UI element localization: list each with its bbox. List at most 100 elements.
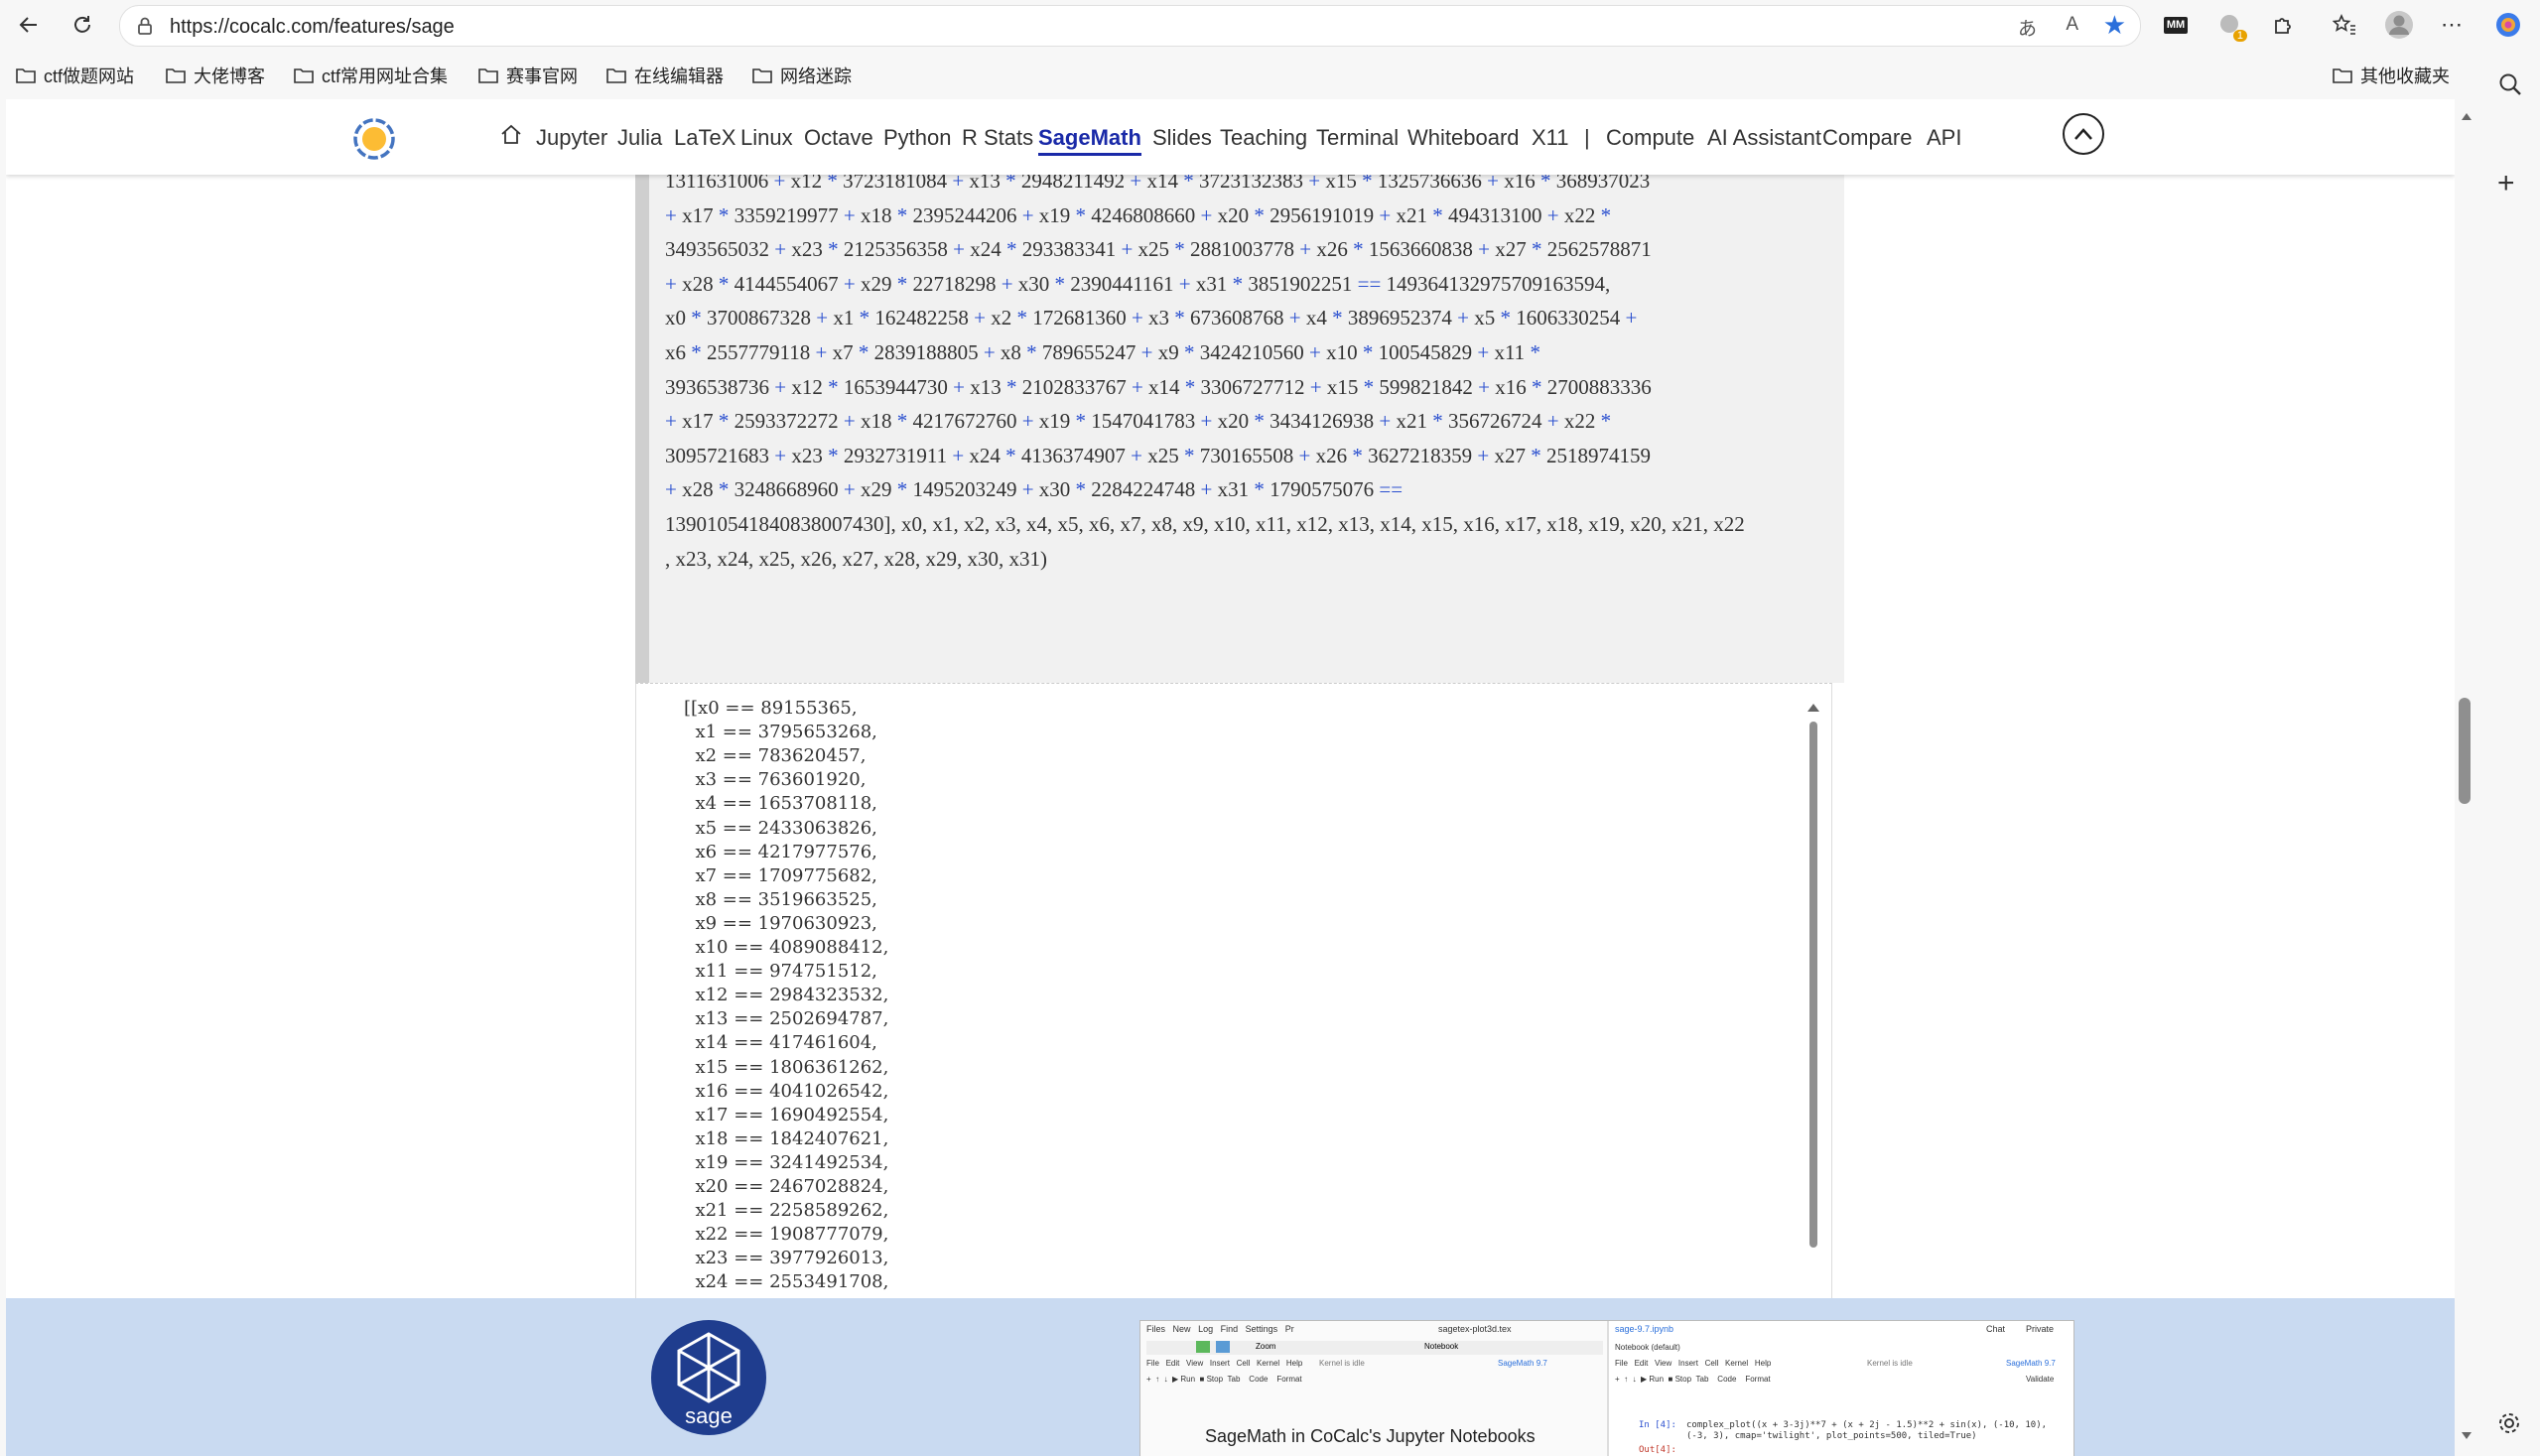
folder-icon [478, 68, 498, 83]
nav-link-ai-assistant[interactable]: AI Assistant [1707, 125, 1821, 151]
nav-link-api[interactable]: API [1927, 125, 1961, 151]
nav-link-linux[interactable]: Linux [740, 125, 793, 151]
nav-link-teaching[interactable]: Teaching [1220, 125, 1307, 151]
code-line: 139010541840838007430], x0, x1, x2, x3, … [665, 512, 1745, 536]
address-bar[interactable]: https://cocalc.com/features/sage あ A ★ [119, 5, 2141, 47]
nav-link-octave[interactable]: Octave [804, 125, 873, 151]
chevron-up-icon [2074, 128, 2092, 140]
bookmark-label: 大佬博客 [194, 66, 265, 86]
favorite-star-icon[interactable]: ★ [2103, 10, 2126, 41]
page-content: Jupyter Julia LaTeX Linux Octave Python … [6, 99, 2455, 1456]
output-cell: [[x0 == 89155365, x1 == 3795653268, x2 =… [635, 683, 1832, 1380]
output-line: x19 == 3241492534, [684, 1151, 889, 1173]
scroll-up-arrow-icon[interactable] [2461, 111, 2473, 121]
scroll-down-arrow-icon[interactable] [2461, 1431, 2473, 1441]
output-line: x7 == 1709775682, [684, 864, 877, 886]
nav-link-julia[interactable]: Julia [617, 125, 662, 151]
output-line: x4 == 1653708118, [684, 793, 877, 815]
bookmark-folder[interactable]: 在线编辑器 [606, 63, 724, 88]
output-line: x2 == 783620457, [684, 745, 867, 767]
translate-icon[interactable]: あ [2018, 14, 2037, 41]
code-line: 3095721683 + x23 * 2932731911 + x24 * 41… [665, 443, 1651, 467]
screenshot-actions: + ↑ ↓ ▶ Run ■ Stop Tab Code Format [1146, 1375, 1302, 1384]
bookmark-folder[interactable]: 赛事官网 [478, 63, 578, 88]
bookmarks-bar: ctf做题网站 大佬博客 ctf常用网址合集 赛事官网 在线编辑器 网络迷踪 其… [0, 50, 2540, 99]
folder-icon [2333, 68, 2352, 83]
code-line: , x23, x24, x25, x26, x27, x28, x29, x30… [665, 546, 1047, 571]
read-aloud-icon[interactable]: A [2066, 14, 2078, 36]
folder-icon [294, 68, 314, 83]
bookmark-folder[interactable]: 大佬博客 [166, 63, 265, 88]
sage-logo-text: sage [685, 1403, 733, 1428]
site-navigation: Jupyter Julia LaTeX Linux Octave Python … [6, 99, 2455, 175]
code-line: + x28 * 3248668960 + x29 * 1495203249 + … [665, 477, 1404, 502]
output-line: x1 == 3795653268, [684, 722, 877, 743]
output-line: x17 == 1690492554, [684, 1104, 889, 1125]
output-line: x10 == 4089088412, [684, 937, 889, 958]
nav-separator: | [1584, 125, 1590, 150]
page-scrollbar-thumb[interactable] [2459, 698, 2471, 804]
extension-shield-icon[interactable]: 1 [2213, 8, 2247, 42]
bookmark-label: 其他收藏夹 [2360, 66, 2450, 86]
output-line: x23 == 3977926013, [684, 1248, 889, 1269]
output-scrollbar[interactable] [1804, 698, 1823, 1365]
nav-link-x11[interactable]: X11 [1532, 125, 1569, 151]
lock-icon [138, 17, 152, 35]
extension-badge: 1 [2232, 30, 2247, 42]
bookmark-label: 网络迷踪 [780, 66, 852, 86]
folder-icon [606, 68, 626, 83]
copilot-icon[interactable] [2491, 8, 2525, 42]
output-line: x16 == 4041026542, [684, 1080, 889, 1102]
bookmark-label: 在线编辑器 [634, 66, 724, 86]
notebook-screenshot[interactable]: Files New Log Find Settings Pr sagetex-p… [1139, 1320, 2074, 1456]
code-line: x0 * 3700867328 + x1 * 162482258 + x2 * … [665, 306, 1638, 331]
screenshot-left-pane: Files New Log Find Settings Pr sagetex-p… [1140, 1321, 1609, 1456]
refresh-icon[interactable] [66, 8, 99, 42]
nav-link-sagemath[interactable]: SageMath [1038, 125, 1141, 156]
bookmark-label: ctf常用网址合集 [322, 66, 449, 86]
screenshot-toolbar: Zoom Notebook [1146, 1341, 1603, 1355]
extensions-puzzle-icon[interactable] [2266, 8, 2300, 42]
output-line: x9 == 1970630923, [684, 912, 877, 934]
code-line: 3493565032 + x23 * 2125356358 + x24 * 29… [665, 237, 1652, 262]
bookmark-folder[interactable]: 网络迷踪 [752, 63, 852, 88]
code-line: + x28 * 4144554067 + x29 * 22718298 + x3… [665, 271, 1611, 296]
bookmark-label: 赛事官网 [506, 66, 578, 86]
screenshot-tabs: Files New Log Find Settings Pr [1146, 1324, 1294, 1334]
output-line: x14 == 417461604, [684, 1032, 877, 1054]
output-line: x18 == 1842407621, [684, 1127, 889, 1149]
bookmark-label: ctf做题网站 [44, 66, 135, 86]
bookmark-folder[interactable]: ctf做题网站 [16, 63, 134, 88]
output-line: x24 == 2553491708, [684, 1271, 889, 1293]
code-input-cell[interactable]: 1311631006 + x12 * 3723181084 + x13 * 29… [635, 175, 1844, 683]
nav-link-terminal[interactable]: Terminal [1316, 125, 1399, 151]
nav-link-jupyter[interactable]: Jupyter [536, 125, 607, 151]
other-bookmarks-folder[interactable]: 其他收藏夹 [2333, 63, 2450, 88]
nav-link-compute[interactable]: Compute [1606, 125, 1694, 151]
screenshot-menu: File Edit View Insert Cell Kernel Help [1146, 1359, 1303, 1368]
folder-icon [16, 68, 36, 83]
nav-link-slides[interactable]: Slides [1152, 125, 1212, 151]
search-icon[interactable] [2497, 71, 2523, 102]
output-line: x21 == 2258589262, [684, 1200, 889, 1222]
home-icon[interactable] [499, 123, 523, 152]
mm-extension-icon[interactable]: MM [2159, 8, 2193, 42]
scroll-to-top-button[interactable] [2063, 113, 2104, 155]
nav-link-python[interactable]: Python [883, 125, 952, 151]
bookmark-folder[interactable]: ctf常用网址合集 [294, 63, 448, 88]
cocalc-logo[interactable] [351, 116, 397, 167]
nav-link-latex[interactable]: LaTeX [674, 125, 735, 151]
more-menu-icon[interactable]: ⋯ [2435, 8, 2469, 42]
back-icon[interactable] [12, 8, 46, 42]
nav-link-whiteboard[interactable]: Whiteboard [1407, 125, 1520, 151]
favorites-icon[interactable] [2328, 8, 2361, 42]
output-line: x20 == 2467028824, [684, 1176, 889, 1197]
profile-avatar-icon[interactable] [2382, 8, 2416, 42]
output-line: x22 == 1908777079, [684, 1224, 889, 1246]
folder-icon [166, 68, 186, 83]
add-icon[interactable]: + [2497, 169, 2515, 199]
output-line: x8 == 3519663525, [684, 888, 877, 910]
settings-gear-icon[interactable] [2497, 1411, 2521, 1440]
nav-link-compare[interactable]: Compare [1822, 125, 1912, 151]
nav-link-rstats[interactable]: R Stats [962, 125, 1033, 151]
